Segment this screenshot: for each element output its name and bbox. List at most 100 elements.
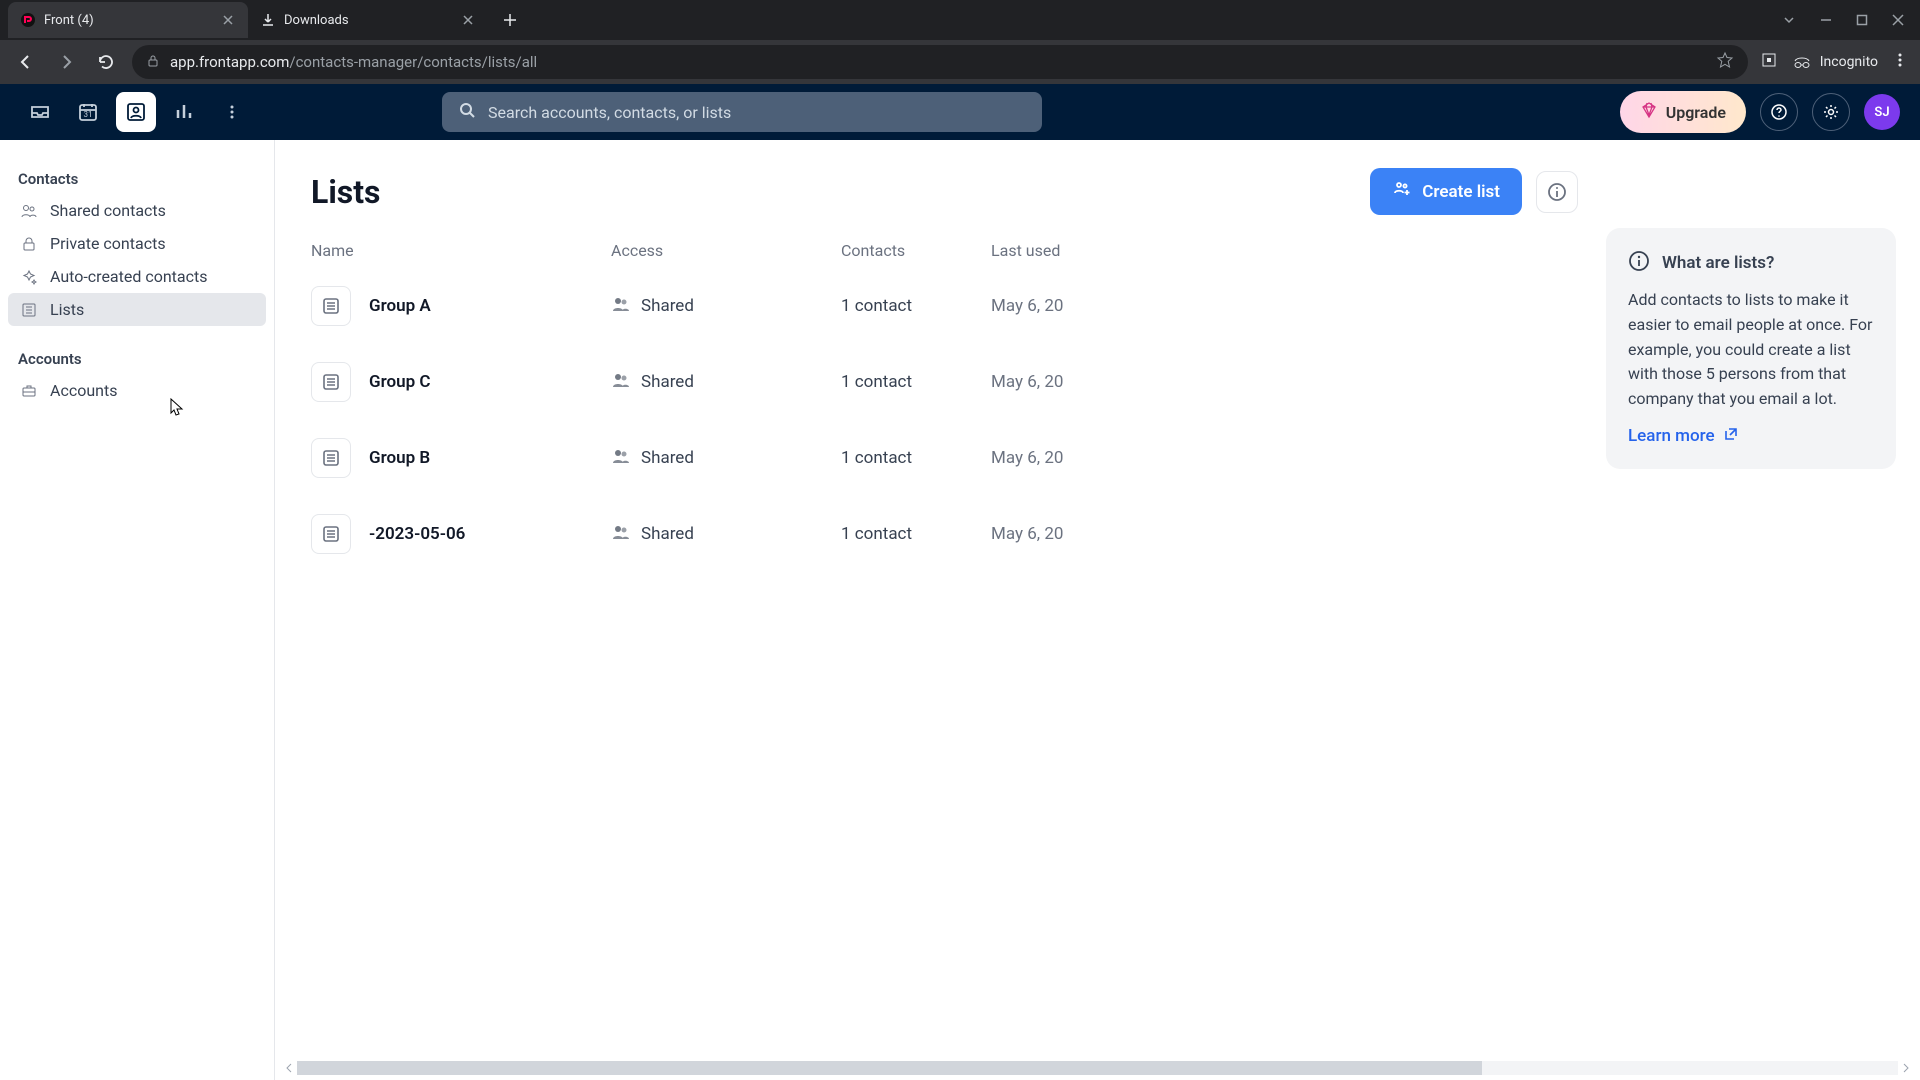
list-icon	[20, 301, 38, 319]
tab-title: Downloads	[284, 13, 452, 28]
col-access: Access	[611, 241, 841, 260]
browser-chrome: Front (4) Downloads	[0, 0, 1920, 84]
people-icon	[611, 294, 631, 319]
menu-icon[interactable]	[1892, 52, 1908, 72]
sidebar-item-accounts[interactable]: Accounts	[8, 374, 266, 407]
row-contacts: 1 contact	[841, 448, 991, 468]
sidebar: Contacts Shared contacts Private contact…	[0, 140, 275, 1080]
title-actions: Create list	[1370, 168, 1578, 215]
reload-button[interactable]	[92, 48, 120, 76]
back-button[interactable]	[12, 48, 40, 76]
nav-inbox-icon[interactable]	[20, 92, 60, 132]
row-contacts: 1 contact	[841, 296, 991, 316]
download-favicon-icon	[260, 12, 276, 28]
help-button[interactable]	[1760, 93, 1798, 131]
people-icon	[611, 522, 631, 547]
search-icon	[458, 101, 476, 123]
lock-icon	[146, 53, 160, 72]
row-last-used: May 6, 20	[991, 448, 1121, 468]
row-last-used: May 6, 20	[991, 372, 1121, 392]
table-row[interactable]: Group B Shared 1 contact May 6, 20	[311, 420, 1578, 496]
search-box[interactable]	[442, 92, 1042, 132]
main-content: Lists Create list Name Access Contacts L…	[275, 140, 1920, 1080]
row-access: Shared	[641, 296, 694, 316]
row-name: -2023-05-06	[369, 524, 465, 544]
sidebar-heading-contacts: Contacts	[8, 164, 266, 194]
search-input[interactable]	[488, 103, 1026, 122]
table-row[interactable]: Group C Shared 1 contact May 6, 20	[311, 344, 1578, 420]
close-icon[interactable]	[220, 12, 236, 28]
row-contacts: 1 contact	[841, 372, 991, 392]
avatar[interactable]: SJ	[1864, 94, 1900, 130]
list-icon	[311, 438, 351, 478]
scroll-left-icon[interactable]	[281, 1060, 297, 1076]
col-last-used: Last used	[991, 241, 1121, 260]
upgrade-label: Upgrade	[1666, 103, 1726, 122]
tab-downloads[interactable]: Downloads	[248, 2, 488, 38]
hint-card: What are lists? Add contacts to lists to…	[1606, 228, 1896, 469]
sidebar-item-label: Shared contacts	[50, 201, 166, 220]
address-bar[interactable]: app.frontapp.com/contacts-manager/contac…	[132, 45, 1748, 79]
extensions-icon[interactable]	[1760, 51, 1778, 73]
horizontal-scrollbar[interactable]	[281, 1060, 1914, 1076]
people-icon	[20, 202, 38, 220]
new-tab-button[interactable]	[496, 6, 524, 34]
tab-title: Front (4)	[44, 13, 212, 28]
minimize-icon[interactable]	[1820, 14, 1832, 26]
learn-more-link[interactable]: Learn more	[1628, 426, 1874, 447]
table-header: Name Access Contacts Last used	[311, 233, 1578, 268]
people-icon	[611, 370, 631, 395]
forward-button[interactable]	[52, 48, 80, 76]
front-favicon-icon	[20, 12, 36, 28]
sidebar-item-label: Accounts	[50, 381, 117, 400]
incognito-indicator[interactable]: Incognito	[1792, 52, 1878, 72]
list-icon	[311, 514, 351, 554]
maximize-icon[interactable]	[1856, 14, 1868, 26]
diamond-icon	[1640, 101, 1658, 123]
row-last-used: May 6, 20	[991, 524, 1121, 544]
star-icon[interactable]	[1716, 51, 1734, 73]
app-nav: 31	[20, 92, 252, 132]
row-access: Shared	[641, 448, 694, 468]
row-access: Shared	[641, 524, 694, 544]
tab-front[interactable]: Front (4)	[8, 2, 248, 38]
sidebar-item-auto-created[interactable]: Auto-created contacts	[8, 260, 266, 293]
app-body: Contacts Shared contacts Private contact…	[0, 140, 1920, 1080]
nav-analytics-icon[interactable]	[164, 92, 204, 132]
create-list-label: Create list	[1422, 182, 1500, 202]
sidebar-item-label: Auto-created contacts	[50, 267, 207, 286]
info-button[interactable]	[1536, 171, 1578, 213]
chevron-down-icon[interactable]	[1782, 13, 1796, 27]
close-window-icon[interactable]	[1892, 14, 1904, 26]
row-name: Group A	[369, 296, 431, 316]
scrollbar-track[interactable]	[297, 1061, 1898, 1075]
sparkle-icon	[20, 268, 38, 286]
lists-table: Name Access Contacts Last used Group A S…	[311, 233, 1578, 572]
table-row[interactable]: Group A Shared 1 contact May 6, 20	[311, 268, 1578, 344]
settings-button[interactable]	[1812, 93, 1850, 131]
upgrade-button[interactable]: Upgrade	[1620, 91, 1746, 133]
nav-contacts-icon[interactable]	[116, 92, 156, 132]
create-list-button[interactable]: Create list	[1370, 168, 1522, 215]
nav-calendar-icon[interactable]: 31	[68, 92, 108, 132]
close-icon[interactable]	[460, 12, 476, 28]
nav-more-icon[interactable]	[212, 92, 252, 132]
table-row[interactable]: -2023-05-06 Shared 1 contact May 6, 20	[311, 496, 1578, 572]
external-link-icon	[1723, 426, 1739, 447]
toolbar-right: Incognito	[1760, 51, 1908, 73]
row-name: Group B	[369, 448, 430, 468]
people-icon	[611, 446, 631, 471]
lock-icon	[20, 235, 38, 253]
sidebar-item-shared-contacts[interactable]: Shared contacts	[8, 194, 266, 227]
sidebar-item-private-contacts[interactable]: Private contacts	[8, 227, 266, 260]
briefcase-icon	[20, 382, 38, 400]
scrollbar-thumb[interactable]	[297, 1061, 1482, 1075]
page-title: Lists	[311, 173, 380, 211]
sidebar-item-label: Lists	[50, 300, 84, 319]
scroll-right-icon[interactable]	[1898, 1060, 1914, 1076]
info-icon	[1628, 250, 1650, 276]
list-icon	[311, 286, 351, 326]
sidebar-item-lists[interactable]: Lists	[8, 293, 266, 326]
row-access: Shared	[641, 372, 694, 392]
browser-toolbar: app.frontapp.com/contacts-manager/contac…	[0, 40, 1920, 84]
